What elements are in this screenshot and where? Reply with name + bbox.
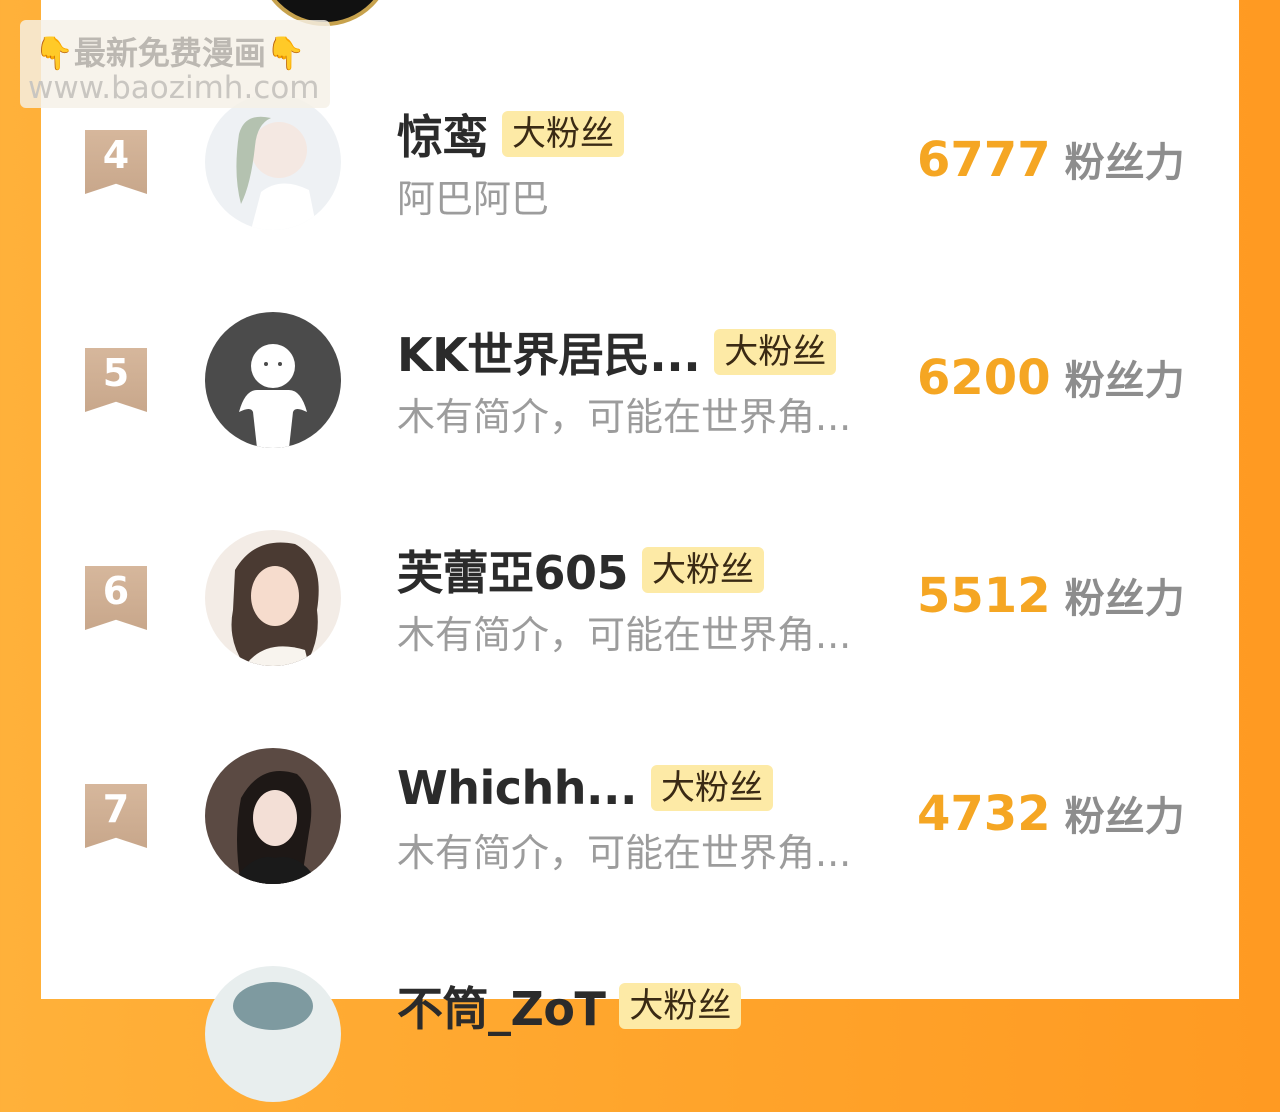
name-line: 芙蕾亞605 大粉丝: [397, 542, 765, 600]
site-watermark: 👇最新免费漫画👇 www.baozimh.com: [20, 20, 330, 108]
ranking-row[interactable]: 4 惊鸾 大粉丝 阿巴阿巴 6777 粉丝力: [41, 90, 1239, 240]
fan-power: 6777 粉丝力: [917, 130, 1185, 188]
fan-level-badge: 大粉丝: [642, 547, 765, 593]
pointing-down-hand-icon: 👇: [265, 34, 306, 72]
fan-ranking-panel: 4 惊鸾 大粉丝 阿巴阿巴 6777 粉丝力 5 KK世界居民... 大粉丝 木…: [41, 0, 1239, 1102]
rank-badge: 4: [85, 130, 147, 194]
fan-power-score: 5512: [917, 568, 1051, 624]
rank-badge: 6: [85, 566, 147, 630]
fan-power-unit: 粉丝力: [1064, 140, 1185, 186]
fan-power-unit: 粉丝力: [1064, 576, 1185, 622]
name-line: 不筒_ZoT 大粉丝: [397, 978, 742, 1036]
pointing-down-hand-icon: 👇: [34, 34, 74, 72]
watermark-title: 最新免费漫画: [73, 34, 266, 72]
user-name[interactable]: 不筒_ZoT: [397, 973, 606, 1039]
user-name[interactable]: 惊鸾: [397, 101, 489, 167]
fan-level-badge: 大粉丝: [619, 983, 742, 1029]
avatar[interactable]: [205, 530, 341, 666]
fan-power-score: 6200: [917, 350, 1051, 406]
ranking-row[interactable]: 不筒_ZoT 大粉丝: [41, 962, 1239, 1112]
user-intro: 木有简介，可能在世界角...: [397, 613, 852, 657]
rank-badge: 5: [85, 348, 147, 412]
ranking-row[interactable]: 5 KK世界居民... 大粉丝 木有简介，可能在世界角... 6200 粉丝力: [41, 308, 1239, 458]
rank-badge: 7: [85, 784, 147, 848]
user-name[interactable]: KK世界居民...: [397, 319, 701, 385]
default-avatar-icon[interactable]: [205, 312, 341, 448]
name-line: KK世界居民... 大粉丝: [397, 324, 837, 382]
user-name[interactable]: Whichh...: [397, 761, 637, 815]
fan-power: 5512 粉丝力: [917, 566, 1185, 624]
fan-power: 6200 粉丝力: [917, 348, 1185, 406]
fan-level-badge: 大粉丝: [650, 765, 773, 811]
fan-power-unit: 粉丝力: [1064, 358, 1185, 404]
fan-level-badge: 大粉丝: [714, 329, 837, 375]
ranking-row[interactable]: 7 Whichh... 大粉丝 木有简介，可能在世界角... 4732 粉丝力: [41, 744, 1239, 894]
avatar[interactable]: [205, 94, 341, 230]
name-line: 惊鸾 大粉丝: [397, 106, 624, 164]
user-intro: 木有简介，可能在世界角...: [397, 831, 852, 875]
avatar[interactable]: [205, 966, 341, 1102]
fan-power-score: 6777: [917, 132, 1051, 188]
user-intro: 阿巴阿巴: [397, 177, 550, 221]
name-line: Whichh... 大粉丝: [397, 760, 773, 816]
user-name[interactable]: 芙蕾亞605: [397, 537, 629, 603]
watermark-title-line: 👇最新免费漫画👇: [34, 28, 306, 74]
user-intro: 木有简介，可能在世界角...: [397, 395, 852, 439]
fan-power-unit: 粉丝力: [1064, 794, 1185, 840]
fan-power-score: 4732: [917, 786, 1051, 842]
fan-level-badge: 大粉丝: [502, 111, 624, 157]
avatar[interactable]: [205, 748, 341, 884]
fan-power: 4732 粉丝力: [917, 784, 1185, 842]
watermark-url: www.baozimh.com: [28, 70, 320, 106]
ranking-row[interactable]: 6 芙蕾亞605 大粉丝 木有简介，可能在世界角... 5512 粉丝力: [41, 526, 1239, 676]
